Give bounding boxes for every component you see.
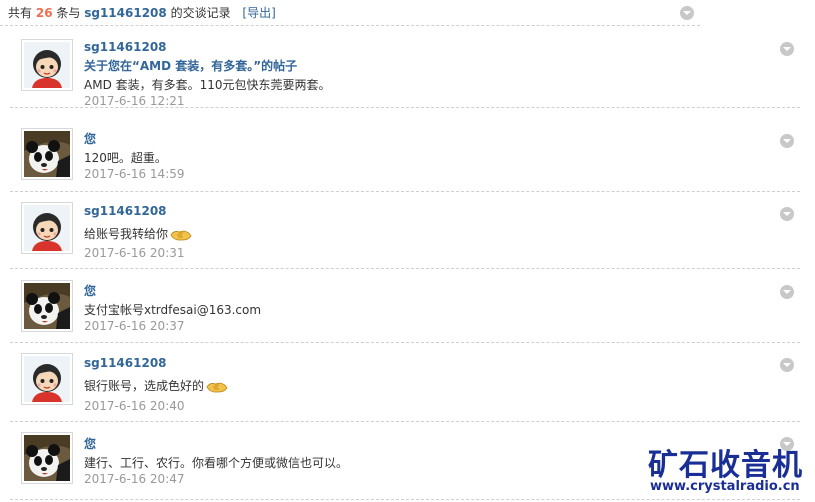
panda-avatar-image — [24, 131, 70, 177]
panda-avatar-image — [24, 435, 70, 481]
message-body: AMD 套装，有多套。110元包快东莞要两套。 — [84, 78, 331, 92]
message-menu-icon[interactable] — [780, 42, 794, 56]
message-sender[interactable]: 您 — [84, 282, 96, 299]
watermark: 矿石收音机 www.crystalradio.cn — [646, 440, 814, 500]
message-item: sg11461208 给账号我转给你 2017-6-16 20:31 — [10, 192, 800, 269]
message-menu-icon[interactable] — [780, 134, 794, 148]
girl-avatar-image — [24, 42, 70, 88]
message-item: 您 支付宝帐号xtrdfesai@163.com 2017-6-16 20:37 — [10, 269, 800, 343]
message-sender[interactable]: 您 — [84, 435, 96, 452]
watermark-title: 矿石收音机 — [648, 448, 803, 483]
message-time: 2017-6-16 20:47 — [84, 472, 185, 486]
message-item: sg11461208 关于您在“AMD 套装，有多套。”的帖子 AMD 套装，有… — [10, 33, 800, 108]
message-time: 2017-6-16 20:40 — [84, 399, 185, 413]
girl-avatar[interactable] — [21, 202, 73, 254]
message-body: 给账号我转给你 — [84, 227, 169, 241]
conversation-header: 共有 26 条与 sg11461208 的交谈记录 [导出] — [0, 0, 700, 26]
header-menu-icon[interactable] — [680, 6, 694, 20]
girl-avatar[interactable] — [21, 353, 73, 405]
summary-mid: 条与 — [56, 6, 81, 20]
message-body: 银行账号，选成色好的 — [84, 379, 205, 393]
message-count: 26 — [35, 6, 53, 20]
message-time: 2017-6-16 14:59 — [84, 167, 185, 181]
message-menu-icon[interactable] — [780, 285, 794, 299]
message-time: 2017-6-16 20:37 — [84, 319, 185, 333]
message-sender[interactable]: 您 — [84, 130, 96, 147]
export-link[interactable]: [导出] — [242, 6, 275, 20]
message-body-row: 银行账号，选成色好的 — [84, 377, 228, 395]
handshake-icon — [170, 227, 192, 243]
summary-suffix: 的交谈记录 — [170, 6, 231, 20]
message-body: 支付宝帐号xtrdfesai@163.com — [84, 303, 262, 317]
girl-avatar-image — [24, 356, 70, 402]
message-menu-icon[interactable] — [780, 358, 794, 372]
message-item: sg11461208 银行账号，选成色好的 2017-6-16 20:40 — [10, 343, 800, 422]
message-time: 2017-6-16 20:31 — [84, 246, 185, 260]
partner-username[interactable]: sg11461208 — [84, 6, 167, 20]
handshake-icon — [206, 379, 228, 395]
panda-avatar[interactable] — [21, 432, 73, 484]
message-time: 2017-6-16 12:21 — [84, 94, 185, 108]
girl-avatar-image — [24, 205, 70, 251]
message-sender[interactable]: sg11461208 — [84, 40, 167, 54]
panda-avatar[interactable] — [21, 128, 73, 180]
message-menu-icon[interactable] — [780, 207, 794, 221]
summary-prefix: 共有 — [8, 6, 33, 20]
message-body: 120吧。超重。 — [84, 151, 167, 165]
message-sender[interactable]: sg11461208 — [84, 356, 167, 370]
message-body-row: 给账号我转给你 — [84, 225, 192, 243]
message-body: 建行、工行、农行。你看哪个方便或微信也可以。 — [84, 456, 349, 470]
panda-avatar[interactable] — [21, 280, 73, 332]
panda-avatar-image — [24, 283, 70, 329]
message-subject[interactable]: 关于您在“AMD 套装，有多套。”的帖子 — [84, 57, 297, 74]
conversation-summary: 共有 26 条与 sg11461208 的交谈记录 [导出] — [8, 4, 276, 21]
message-item: 您 120吧。超重。 2017-6-16 14:59 — [10, 115, 800, 192]
girl-avatar[interactable] — [21, 39, 73, 91]
watermark-url: www.crystalradio.cn — [650, 479, 800, 494]
message-sender[interactable]: sg11461208 — [84, 204, 167, 218]
